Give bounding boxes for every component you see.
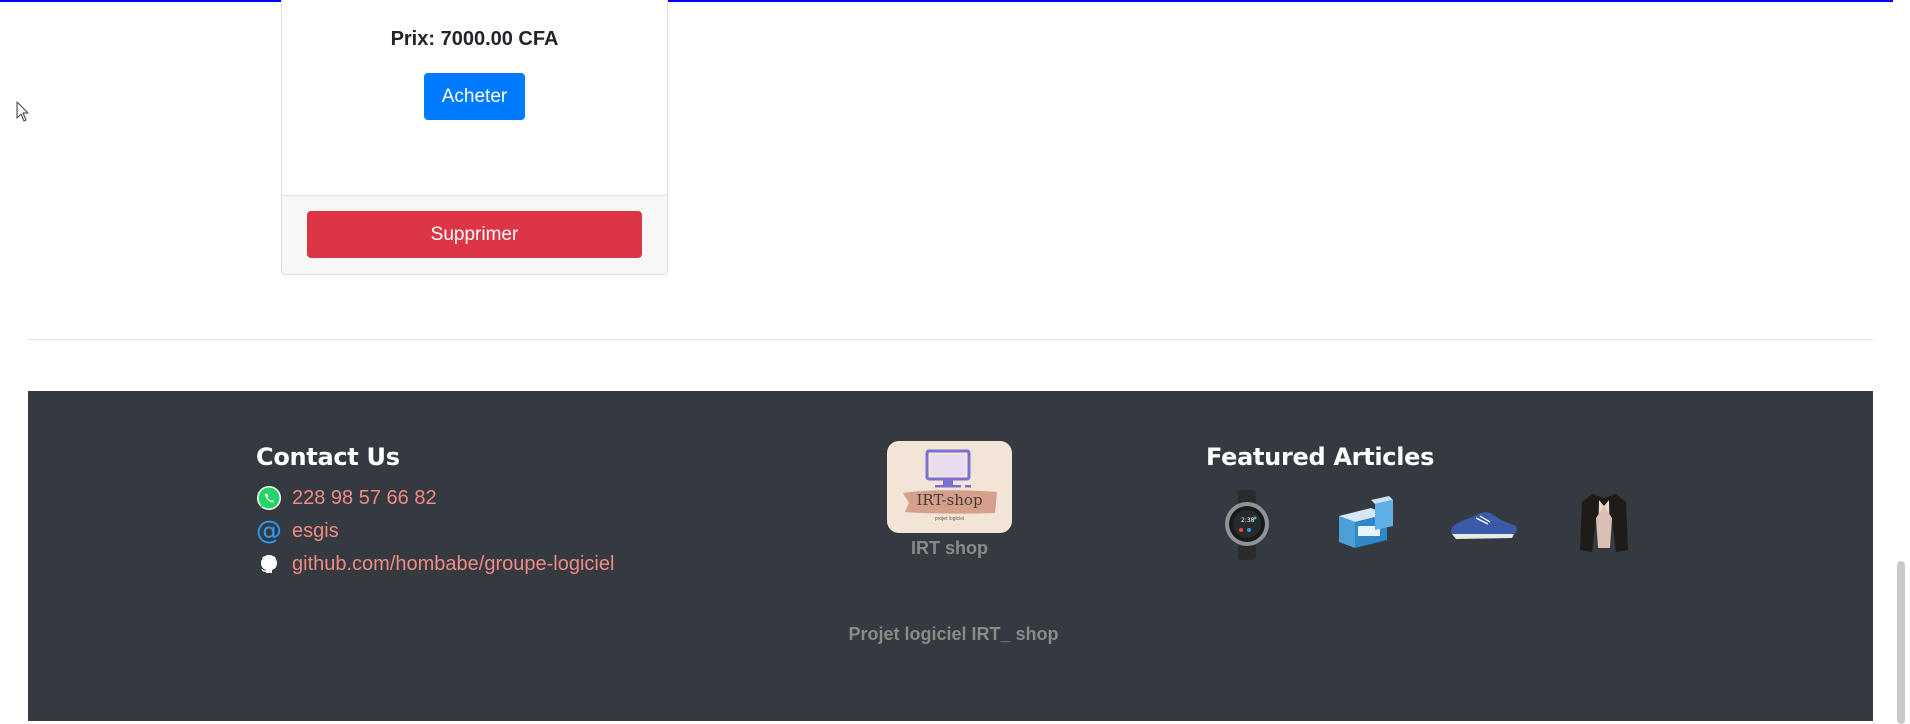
github-icon (256, 551, 282, 577)
black-jacket-image (1580, 494, 1628, 552)
featured-title: Featured Articles (1206, 443, 1435, 471)
svg-text:2:38: 2:38 (1241, 517, 1255, 524)
logo-tagline: projet logiciel (934, 516, 965, 522)
article-pills-box[interactable] (1327, 486, 1403, 562)
site-footer: Contact Us 228 98 57 66 82 @ esgis githu… (28, 391, 1873, 721)
at-icon: @ (256, 516, 282, 546)
contact-phone[interactable]: 228 98 57 66 82 (256, 485, 437, 511)
product-card: Prix: 7000.00 CFA Acheter Supprimer (281, 0, 668, 275)
article-black-jacket[interactable] (1566, 486, 1642, 562)
blue-sneaker-image (1451, 512, 1517, 539)
card-footer: Supprimer (282, 195, 667, 274)
smartwatch-image: 2:38 (1225, 490, 1269, 560)
logo-brand-text: IRT-shop (916, 491, 983, 509)
delete-button[interactable]: Supprimer (307, 211, 642, 258)
article-smartwatch[interactable]: 2:38 (1208, 486, 1284, 562)
scrollbar-thumb[interactable] (1897, 561, 1905, 724)
footer-bottom-text: Projet logiciel IRT_ shop (848, 624, 1059, 644)
pills-box-image (1339, 496, 1393, 548)
vertical-scrollbar[interactable] (1893, 0, 1910, 724)
product-price: Prix: 7000.00 CFA (390, 28, 559, 50)
contact-email-text: esgis (292, 519, 339, 542)
logo-caption: IRT shop (911, 538, 988, 558)
article-blue-sneaker[interactable] (1446, 486, 1522, 562)
mouse-cursor-icon (16, 101, 29, 122)
irt-shop-logo[interactable]: IRT-shop projet logiciel (887, 441, 1012, 533)
contact-github[interactable]: github.com/hombabe/groupe-logiciel (256, 551, 614, 577)
contact-phone-text: 228 98 57 66 82 (292, 486, 437, 509)
buy-button[interactable]: Acheter (424, 73, 525, 120)
whatsapp-icon (256, 485, 282, 511)
contact-email[interactable]: @ esgis (256, 518, 339, 544)
contact-title: Contact Us (256, 443, 400, 471)
divider (28, 339, 1873, 340)
contact-github-text: github.com/hombabe/groupe-logiciel (292, 552, 615, 575)
